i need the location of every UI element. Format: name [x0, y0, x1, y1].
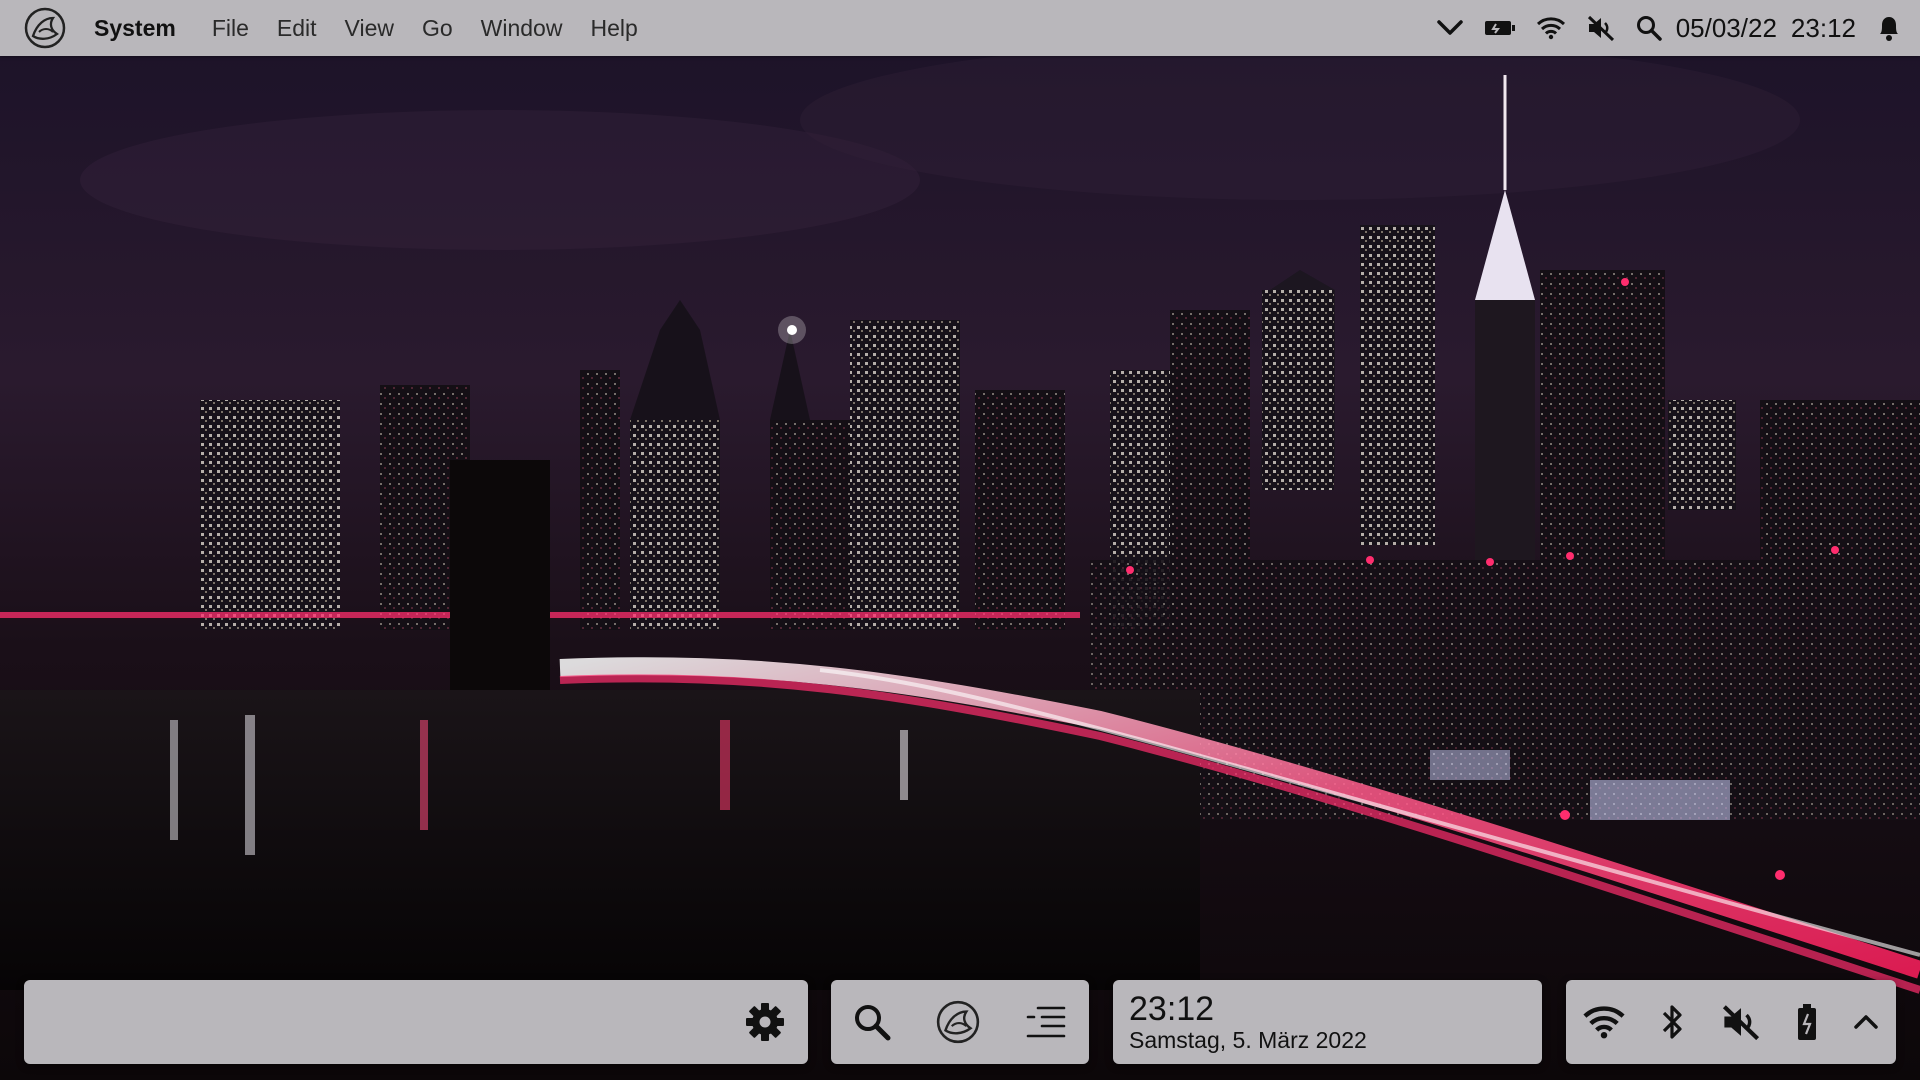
system-logo-icon[interactable] — [22, 5, 68, 51]
battery-icon[interactable] — [1795, 1002, 1819, 1042]
task-list-icon[interactable] — [1024, 1002, 1068, 1042]
gear-icon[interactable] — [744, 1001, 786, 1043]
menu-file[interactable]: File — [198, 15, 263, 42]
wifi-icon[interactable] — [1582, 1004, 1626, 1040]
dock-apps-panel — [831, 980, 1089, 1064]
chevron-down-icon[interactable] — [1436, 18, 1464, 38]
search-icon[interactable] — [852, 1002, 892, 1042]
bluetooth-icon[interactable] — [1659, 1002, 1687, 1042]
menu-edit[interactable]: Edit — [263, 15, 331, 42]
system-tray: 05/03/22 23:12 — [1416, 13, 1902, 44]
desktop-wallpaper — [0, 0, 1920, 1080]
wifi-icon[interactable] — [1536, 16, 1566, 40]
menu-go[interactable]: Go — [408, 15, 467, 42]
search-icon[interactable] — [1636, 15, 1662, 41]
menu-help[interactable]: Help — [576, 15, 651, 42]
taskbar-left-panel — [24, 980, 808, 1064]
menu-view[interactable]: View — [331, 15, 408, 42]
clock-date: Samstag, 5. März 2022 — [1129, 1027, 1367, 1053]
clock-time: 23:12 — [1129, 990, 1215, 1028]
menu-window[interactable]: Window — [467, 15, 577, 42]
status-panel — [1566, 980, 1896, 1064]
launcher-logo-icon[interactable] — [935, 999, 981, 1045]
chevron-up-icon[interactable] — [1852, 1012, 1880, 1032]
clock-panel[interactable]: 23:12 Samstag, 5. März 2022 — [1113, 980, 1542, 1064]
active-app-name[interactable]: System — [94, 15, 176, 42]
menubar-date[interactable]: 05/03/22 — [1676, 13, 1777, 44]
bell-icon[interactable] — [1876, 14, 1902, 42]
volume-muted-icon[interactable] — [1586, 15, 1616, 41]
menubar-time[interactable]: 23:12 — [1791, 13, 1856, 44]
top-menu-bar: System File Edit View Go Window Help 05/… — [0, 0, 1920, 56]
battery-icon[interactable] — [1484, 18, 1516, 38]
volume-muted-icon[interactable] — [1720, 1004, 1762, 1040]
